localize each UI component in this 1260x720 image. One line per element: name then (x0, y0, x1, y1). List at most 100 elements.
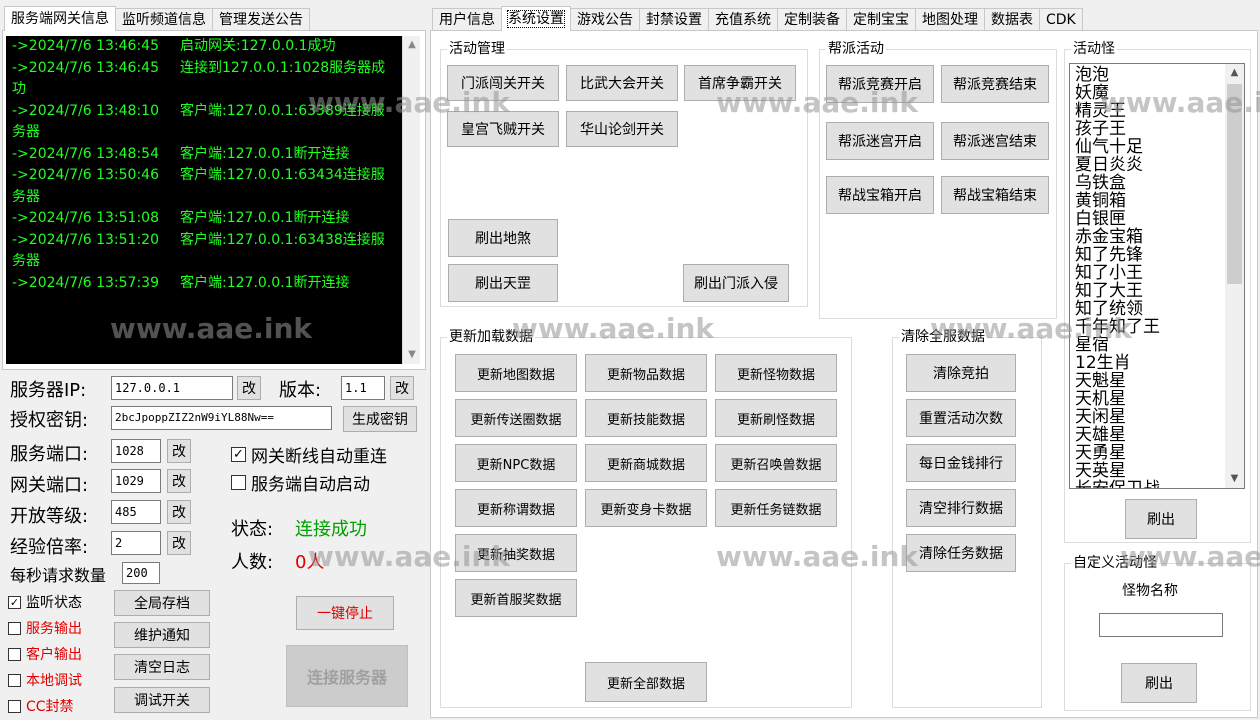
log-scrollbar[interactable]: ▲ ▼ (402, 36, 420, 364)
tab-channel-info[interactable]: 监听频道信息 (115, 8, 213, 31)
monster-list-item[interactable]: 星宿 (1075, 336, 1223, 354)
monster-list-item[interactable]: 知了先锋 (1075, 246, 1223, 264)
local-debug-checkbox[interactable]: 本地调试 (8, 670, 82, 690)
reload-shop-data-button[interactable]: 更新商城数据 (585, 444, 707, 482)
scroll-down-icon[interactable]: ▼ (1225, 470, 1244, 488)
exp-rate-field[interactable]: 2 (111, 531, 161, 555)
monster-list-item[interactable]: 知了小王 (1075, 264, 1223, 282)
guild-maze-end-button[interactable]: 帮派迷宫结束 (941, 122, 1049, 160)
server-ip-field[interactable]: 127.0.0.1 (111, 376, 233, 400)
daily-money-ranking-button[interactable]: 每日金钱排行 (906, 444, 1016, 482)
guild-maze-start-button[interactable]: 帮派迷宫开启 (826, 122, 934, 160)
client-output-checkbox[interactable]: 客户输出 (8, 644, 82, 664)
auto-reconnect-checkbox[interactable]: ✓ 网关断线自动重连 (231, 442, 387, 467)
change-exp-rate-button[interactable]: 改 (167, 531, 191, 555)
spawn-sect-invasion-button[interactable]: 刷出门派入侵 (683, 264, 789, 302)
monster-list-item[interactable]: 乌铁盒 (1075, 174, 1223, 192)
spawn-tiangang-button[interactable]: 刷出天罡 (448, 264, 558, 302)
tab-game-notice[interactable]: 游戏公告 (570, 8, 640, 31)
reload-first-server-reward-button[interactable]: 更新首服奖数据 (455, 579, 577, 617)
monster-list-item[interactable]: 夏日炎炎 (1075, 156, 1223, 174)
monster-list-item[interactable]: 妖魔 (1075, 84, 1223, 102)
scroll-up-icon[interactable]: ▲ (403, 36, 421, 54)
monster-list-item[interactable]: 仙气十足 (1075, 138, 1223, 156)
monster-list-item[interactable]: 天英星 (1075, 462, 1223, 480)
palace-thief-toggle-button[interactable]: 皇宫飞贼开关 (447, 111, 559, 147)
reload-all-data-button[interactable]: 更新全部数据 (585, 662, 707, 702)
auth-key-field[interactable]: 2bcJpoppZIZ2nW9iYL88Nw== (111, 406, 332, 430)
change-open-level-button[interactable]: 改 (167, 500, 191, 524)
spawn-disha-button[interactable]: 刷出地煞 (448, 219, 558, 257)
listen-status-checkbox[interactable]: ✓ 监听状态 (8, 592, 82, 612)
guild-chest-end-button[interactable]: 帮战宝箱结束 (941, 176, 1049, 214)
global-save-button[interactable]: 全局存档 (114, 590, 210, 616)
reload-spawn-data-button[interactable]: 更新刷怪数据 (715, 399, 837, 437)
clear-quest-data-button[interactable]: 清除任务数据 (906, 534, 1016, 572)
tab-map-processing[interactable]: 地图处理 (915, 8, 985, 31)
monster-list-item[interactable]: 天雄星 (1075, 426, 1223, 444)
scroll-down-icon[interactable]: ▼ (403, 346, 421, 364)
guild-race-start-button[interactable]: 帮派竞赛开启 (826, 65, 934, 103)
generate-key-button[interactable]: 生成密钥 (343, 406, 417, 432)
spawn-activity-monster-button[interactable]: 刷出 (1125, 499, 1197, 539)
monster-list-item[interactable]: 赤金宝箱 (1075, 228, 1223, 246)
tab-user-info[interactable]: 用户信息 (432, 8, 502, 31)
maintenance-notice-button[interactable]: 维护通知 (114, 622, 210, 648)
scroll-thumb[interactable] (1227, 84, 1242, 284)
monster-list-item[interactable]: 千年知了王 (1075, 318, 1223, 336)
monster-list-item[interactable]: 天勇星 (1075, 444, 1223, 462)
change-ip-button[interactable]: 改 (237, 376, 261, 400)
cc-ban-checkbox[interactable]: CC封禁 (8, 696, 74, 716)
tab-recharge[interactable]: 充值系统 (708, 8, 778, 31)
monster-list-item[interactable]: 精灵王 (1075, 102, 1223, 120)
open-level-field[interactable]: 485 (111, 500, 161, 524)
clear-ranking-data-button[interactable]: 清空排行数据 (906, 489, 1016, 527)
monster-list-item[interactable]: 知了统领 (1075, 300, 1223, 318)
reload-monster-data-button[interactable]: 更新怪物数据 (715, 354, 837, 392)
auto-start-checkbox[interactable]: 服务端自动启动 (231, 470, 370, 495)
service-port-field[interactable]: 1028 (111, 439, 161, 463)
tab-send-notice[interactable]: 管理发送公告 (212, 8, 310, 31)
change-service-port-button[interactable]: 改 (167, 439, 191, 463)
reload-title-data-button[interactable]: 更新称谓数据 (455, 489, 577, 527)
activity-monster-list[interactable]: 泡泡 妖魔 精灵王 孩子王 仙气十足 夏日炎炎 乌铁盒 黄铜箱 白银匣 赤金宝箱 知了先锋 知了小王知… (1069, 63, 1245, 489)
monster-list-item[interactable]: 孩子王 (1075, 120, 1223, 138)
tab-custom-equipment[interactable]: 定制装备 (777, 8, 847, 31)
martial-contest-toggle-button[interactable]: 比武大会开关 (566, 65, 678, 101)
clear-auction-button[interactable]: 清除竞拍 (906, 354, 1016, 392)
guild-race-end-button[interactable]: 帮派竞赛结束 (941, 65, 1049, 103)
monster-list-item[interactable]: 黄铜箱 (1075, 192, 1223, 210)
debug-toggle-button[interactable]: 调试开关 (114, 687, 210, 713)
monster-list-item[interactable]: 天机星 (1075, 390, 1223, 408)
reload-skill-data-button[interactable]: 更新技能数据 (585, 399, 707, 437)
version-field[interactable]: 1.1 (341, 376, 385, 400)
sect-challenge-toggle-button[interactable]: 门派闯关开关 (447, 65, 559, 101)
monster-list-item[interactable]: 12生肖 (1075, 354, 1223, 372)
monster-list-item[interactable]: 知了大王 (1075, 282, 1223, 300)
tab-ban-settings[interactable]: 封禁设置 (639, 8, 709, 31)
chief-battle-toggle-button[interactable]: 首席争霸开关 (684, 65, 796, 101)
scroll-up-icon[interactable]: ▲ (1225, 64, 1244, 82)
tab-custom-pet[interactable]: 定制宝宝 (846, 8, 916, 31)
tab-data-table[interactable]: 数据表 (984, 8, 1040, 31)
reload-quest-chain-data-button[interactable]: 更新任务链数据 (715, 489, 837, 527)
server-output-checkbox[interactable]: 服务输出 (8, 618, 82, 638)
reload-summon-data-button[interactable]: 更新召唤兽数据 (715, 444, 837, 482)
monster-list-item[interactable]: 长安保卫战 (1075, 480, 1223, 488)
spawn-custom-monster-button[interactable]: 刷出 (1121, 663, 1197, 703)
reload-teleport-data-button[interactable]: 更新传送圈数据 (455, 399, 577, 437)
reload-npc-data-button[interactable]: 更新NPC数据 (455, 444, 577, 482)
tab-cdk[interactable]: CDK (1039, 8, 1083, 31)
reload-item-data-button[interactable]: 更新物品数据 (585, 354, 707, 392)
change-version-button[interactable]: 改 (390, 376, 414, 400)
change-gateway-port-button[interactable]: 改 (167, 469, 191, 493)
huashan-sword-toggle-button[interactable]: 华山论剑开关 (566, 111, 678, 147)
reset-activity-count-button[interactable]: 重置活动次数 (906, 399, 1016, 437)
monster-name-field[interactable] (1099, 613, 1223, 637)
gateway-port-field[interactable]: 1029 (111, 469, 161, 493)
tab-gateway-info[interactable]: 服务端网关信息 (4, 6, 116, 31)
requests-per-second-field[interactable]: 200 (122, 562, 160, 584)
reload-transform-card-data-button[interactable]: 更新变身卡数据 (585, 489, 707, 527)
tab-system-settings[interactable]: 系统设置 (501, 6, 571, 31)
monster-list-item[interactable]: 天闲星 (1075, 408, 1223, 426)
